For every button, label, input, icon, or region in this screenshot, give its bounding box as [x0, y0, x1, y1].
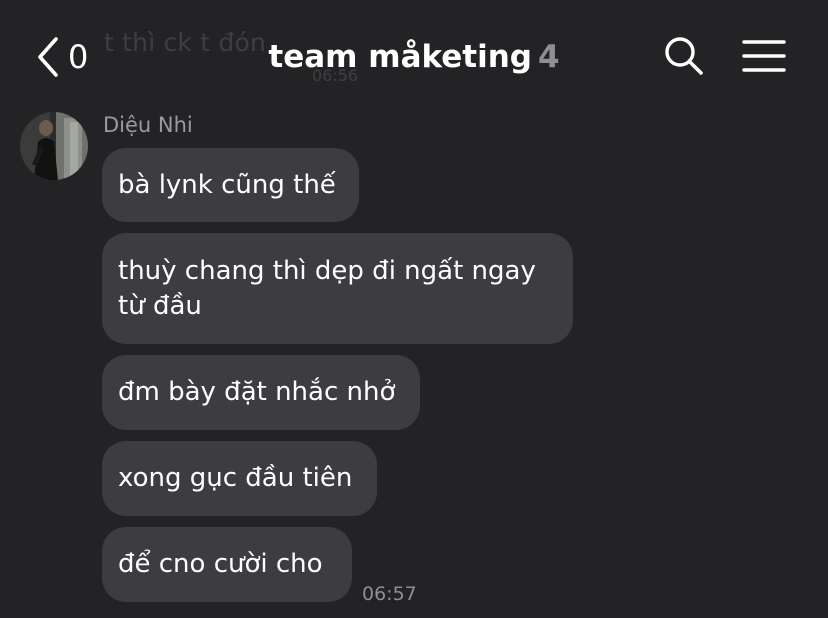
search-button[interactable]: [664, 36, 704, 76]
message-text: đm bày đặt nhắc nhở: [118, 377, 396, 407]
message-text: thuỳ chang thì dẹp đi ngất ngay từ đầu: [118, 255, 536, 321]
message-text: để cno cười cho: [118, 549, 323, 579]
member-count: 4: [538, 39, 560, 75]
message-bubble[interactable]: để cno cười cho: [102, 527, 352, 602]
message-bubble[interactable]: thuỳ chang thì dẹp đi ngất ngay từ đầu: [102, 233, 573, 344]
unread-count: 0: [68, 38, 89, 76]
message-bubble[interactable]: bà lynk cũng thế: [102, 148, 359, 222]
hamburger-menu-icon: [742, 40, 786, 77]
group-name: team måketing: [268, 39, 532, 75]
sender-name: Diệu Nhi: [103, 113, 193, 137]
message-text: bà lynk cũng thế: [118, 169, 336, 200]
sender-avatar[interactable]: [20, 112, 88, 180]
search-icon: [664, 37, 704, 80]
message-bubble[interactable]: đm bày đặt nhắc nhở: [102, 355, 420, 430]
menu-button[interactable]: [742, 39, 786, 73]
message-timestamp: 06:57: [362, 583, 417, 605]
back-button[interactable]: 0: [36, 36, 88, 78]
chat-header: 0 team måketing 4: [0, 0, 828, 108]
message-text: xong gục đầu tiên: [118, 463, 353, 493]
chevron-left-icon: [36, 36, 60, 78]
message-bubble[interactable]: xong gục đầu tiên: [102, 441, 377, 516]
